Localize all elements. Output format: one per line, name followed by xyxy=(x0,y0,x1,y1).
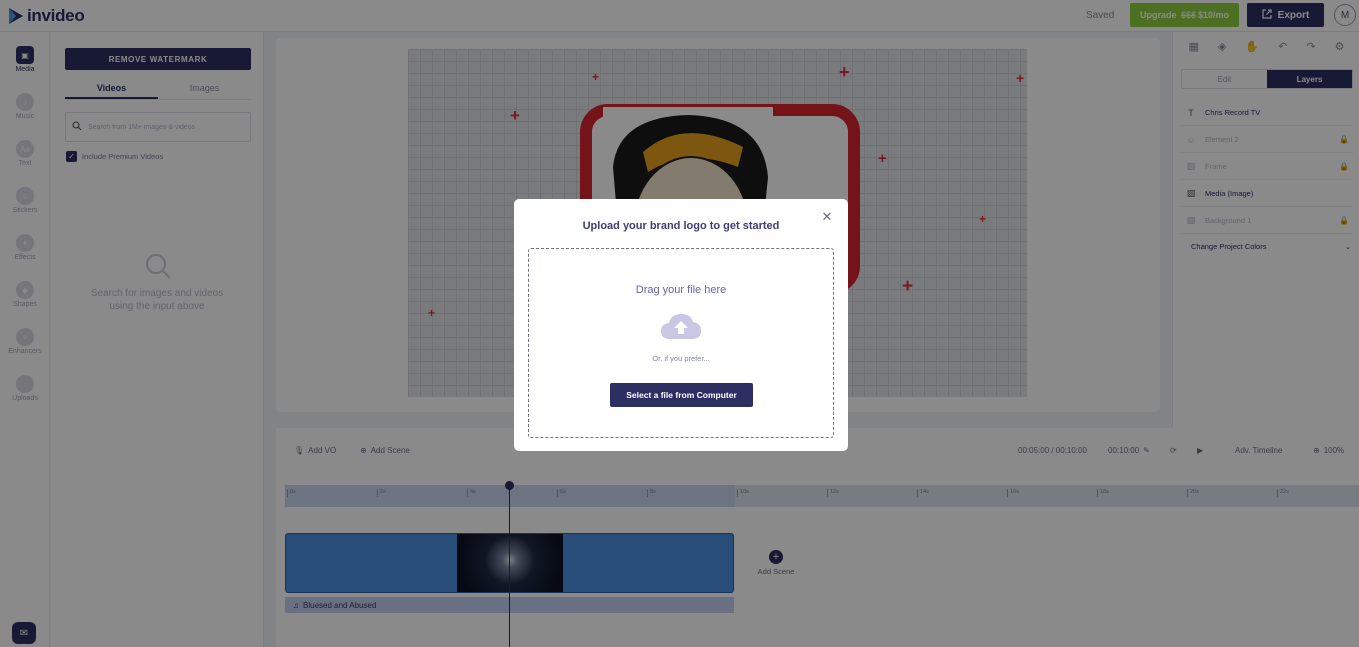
upload-logo-modal: Upload your brand logo to get started ✕ … xyxy=(514,199,848,451)
cloud-upload-icon xyxy=(660,311,702,346)
file-dropzone[interactable]: Drag your file here Or, if you prefer...… xyxy=(528,248,834,438)
modal-title: Upload your brand logo to get started xyxy=(582,220,780,232)
drag-file-text: Drag your file here xyxy=(635,284,727,296)
close-icon[interactable]: ✕ xyxy=(820,210,834,224)
select-file-button[interactable]: Select a file from Computer xyxy=(610,383,753,407)
prefer-text: Or, if you prefer... xyxy=(652,354,710,363)
